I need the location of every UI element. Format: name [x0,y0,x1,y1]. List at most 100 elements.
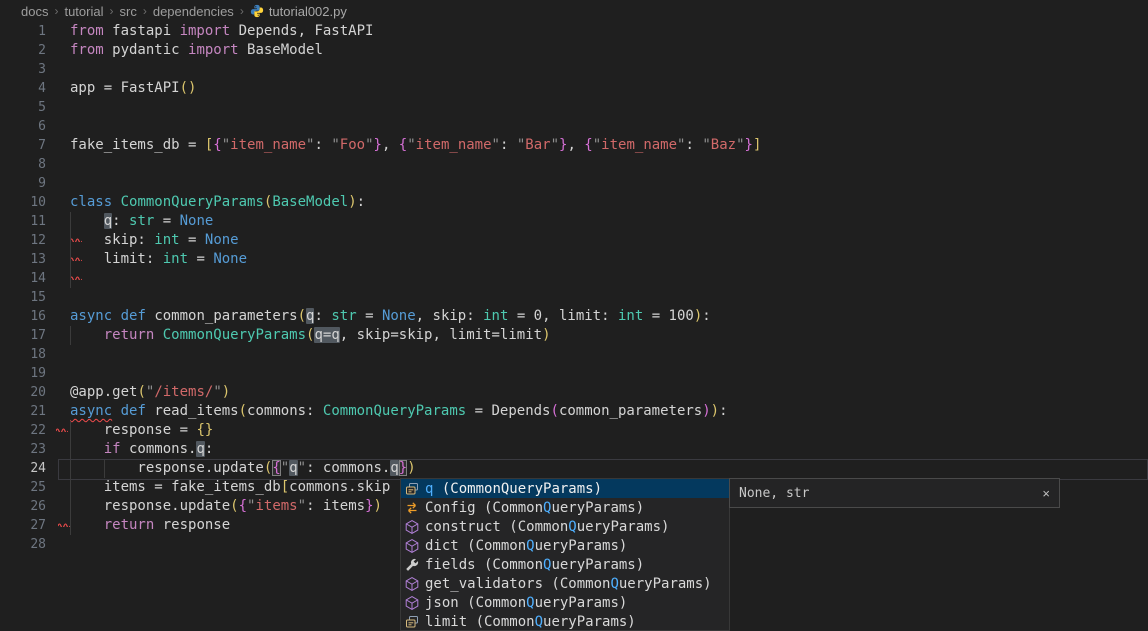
code-text[interactable]: response.update({"q": commons.q}) [70,459,416,478]
suggest-item-label: dict (CommonQueryParams) [425,538,627,554]
suggest-detail: None, str × [729,478,1060,508]
code-text[interactable]: from fastapi import Depends, FastAPI [70,22,373,41]
code-text[interactable]: q: str = None [70,212,213,231]
code-line-7: 7 fake_items_db = [{"item_name": "Foo"}, … [0,136,1148,155]
suggest-item-label: q (CommonQueryParams) [425,481,602,497]
line-number[interactable]: 15 [0,288,46,307]
breadcrumb-item-dependencies[interactable]: dependencies [153,4,234,19]
line-number[interactable]: 26 [0,497,46,516]
line-number[interactable]: 7 [0,136,46,155]
class-icon [404,500,420,516]
line-number[interactable]: 5 [0,98,46,117]
suggest-item-7[interactable]: limit (CommonQueryParams) [401,612,729,631]
breadcrumb-file[interactable]: tutorial002.py [250,4,347,19]
code-line-8: 8 [0,155,1148,174]
close-icon[interactable]: × [1042,486,1050,501]
line-number[interactable]: 10 [0,193,46,212]
code-text[interactable]: async def common_parameters(q: str = Non… [70,307,711,326]
breadcrumb-item-tutorial[interactable]: tutorial [64,4,103,19]
suggest-item-1[interactable]: Config (CommonQueryParams) [401,498,729,517]
line-number[interactable]: 19 [0,364,46,383]
breadcrumb-separator-icon: › [240,4,244,18]
code-line-24: 24 response.update({"q": commons.q}) [0,459,1148,478]
code-text[interactable]: return response [70,516,230,535]
line-number[interactable]: 28 [0,535,46,554]
indent-guide [70,269,71,288]
line-number[interactable]: 4 [0,79,46,98]
suggest-item-0[interactable]: q (CommonQueryParams) [401,479,729,498]
suggest-item-label: json (CommonQueryParams) [425,595,627,611]
breadcrumb-item-docs[interactable]: docs [21,4,48,19]
code-line-9: 9 [0,174,1148,193]
suggest-item-2[interactable]: construct (CommonQueryParams) [401,517,729,536]
code-line-22: 22 response = {} [0,421,1148,440]
line-number[interactable]: 6 [0,117,46,136]
code-line-13: 13 limit: int = None [0,250,1148,269]
code-line-10: 10 class CommonQueryParams(BaseModel): [0,193,1148,212]
breadcrumb-item-src[interactable]: src [120,4,137,19]
line-number[interactable]: 25 [0,478,46,497]
suggest-item-3[interactable]: dict (CommonQueryParams) [401,536,729,555]
suggest-item-6[interactable]: json (CommonQueryParams) [401,593,729,612]
code-text[interactable]: fake_items_db = [{"item_name": "Foo"}, {… [70,136,761,155]
line-number[interactable]: 3 [0,60,46,79]
code-line-4: 4 app = FastAPI() [0,79,1148,98]
code-text[interactable]: skip: int = None [70,231,239,250]
code-text[interactable]: from pydantic import BaseModel [70,41,323,60]
suggest-item-5[interactable]: get_validators (CommonQueryParams) [401,574,729,593]
breadcrumb-separator-icon: › [143,4,147,18]
code-text[interactable]: response.update({"items": items}) [70,497,382,516]
code-line-12: 12 skip: int = None [0,231,1148,250]
code-line-11: 11 q: str = None [0,212,1148,231]
code-text[interactable]: return CommonQueryParams(q=q, skip=skip,… [70,326,551,345]
line-number[interactable]: 24 [0,459,46,478]
vscode-editor: { "breadcrumb": { "items": ["docs", "tut… [0,0,1148,628]
code-line-15: 15 [0,288,1148,307]
method-icon [404,538,420,554]
code-line-3: 3 [0,60,1148,79]
line-number[interactable]: 13 [0,250,46,269]
breadcrumb-filename: tutorial002.py [269,4,347,19]
code-line-14: 14 [0,269,1148,288]
code-line-5: 5 [0,98,1148,117]
line-number[interactable]: 20 [0,383,46,402]
suggest-widget: q (CommonQueryParams) Config (CommonQuery… [400,478,730,631]
code-text[interactable]: if commons.q: [70,440,213,459]
code-text[interactable]: limit: int = None [70,250,247,269]
line-number[interactable]: 23 [0,440,46,459]
code-line-1: 1 from fastapi import Depends, FastAPI [0,22,1148,41]
line-number[interactable]: 27 [0,516,46,535]
suggest-item-label: Config (CommonQueryParams) [425,500,644,516]
code-line-21: 21 async def read_items(commons: CommonQu… [0,402,1148,421]
suggest-item-label: fields (CommonQueryParams) [425,557,644,573]
property-icon [404,557,420,573]
line-number[interactable]: 21 [0,402,46,421]
line-number[interactable]: 11 [0,212,46,231]
suggest-item-label: construct (CommonQueryParams) [425,519,669,535]
line-number[interactable]: 22 [0,421,46,440]
breadcrumb: docs › tutorial › src › dependencies › tutorial0… [0,0,1148,22]
line-number[interactable]: 16 [0,307,46,326]
line-number[interactable]: 9 [0,174,46,193]
line-number[interactable]: 8 [0,155,46,174]
code-text[interactable]: app = FastAPI() [70,79,196,98]
breadcrumb-separator-icon: › [54,4,58,18]
code-text[interactable]: items = fake_items_db[commons.skip [70,478,390,497]
code-text[interactable]: class CommonQueryParams(BaseModel): [70,193,365,212]
line-number[interactable]: 18 [0,345,46,364]
python-icon [250,4,264,18]
code-text[interactable]: response = {} [70,421,213,440]
code-line-18: 18 [0,345,1148,364]
line-number[interactable]: 17 [0,326,46,345]
method-icon [404,576,420,592]
field-icon [404,481,420,497]
line-number[interactable]: 2 [0,41,46,60]
code-text[interactable]: @app.get("/items/") [70,383,230,402]
code-text[interactable]: async def read_items(commons: CommonQuer… [70,402,728,421]
line-number[interactable]: 1 [0,22,46,41]
line-number[interactable]: 14 [0,269,46,288]
line-number[interactable]: 12 [0,231,46,250]
suggest-item-4[interactable]: fields (CommonQueryParams) [401,555,729,574]
breadcrumb-separator-icon: › [110,4,114,18]
code-line-17: 17 return CommonQueryParams(q=q, skip=sk… [0,326,1148,345]
